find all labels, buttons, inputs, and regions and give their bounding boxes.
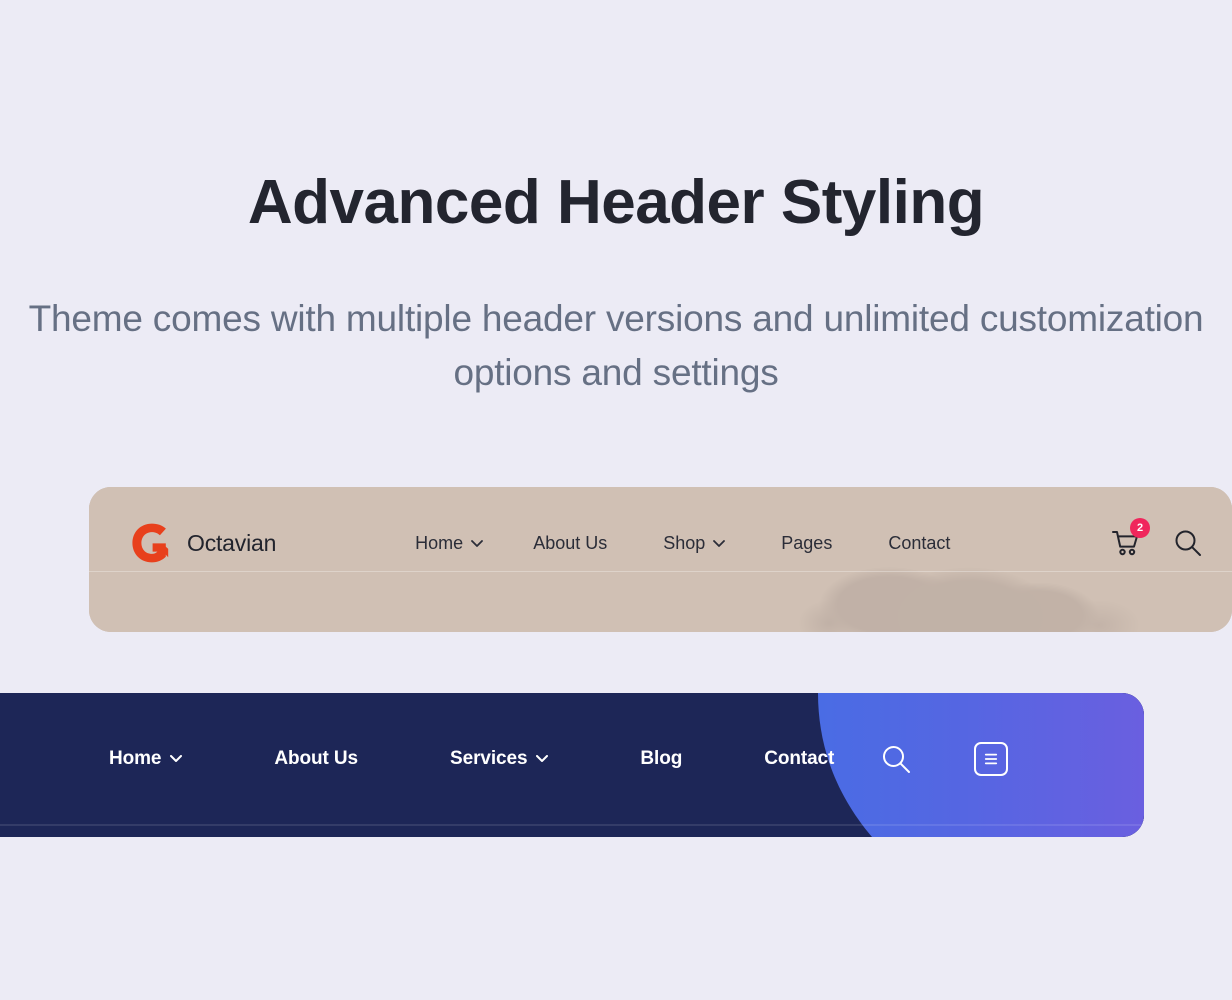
nav-label: Contact: [888, 532, 951, 553]
nav-item-blog[interactable]: Blog: [616, 738, 706, 780]
hamburger-menu-icon: [984, 753, 998, 764]
nav-label: About Us: [274, 747, 359, 769]
nav-item-about-us[interactable]: About Us: [505, 525, 635, 562]
header-light-bar: Octavian Home About Us Shop Pages Contac…: [89, 487, 1232, 599]
page-title: Advanced Header Styling: [247, 168, 985, 237]
nav-label: Home: [415, 532, 464, 553]
nav-item-home[interactable]: Home: [85, 738, 206, 780]
nav-item-services[interactable]: Services: [426, 738, 572, 780]
nav-label: Contact: [764, 747, 835, 769]
nav-item-pages[interactable]: Pages: [753, 525, 860, 562]
brand-logo-group[interactable]: Octavian: [130, 521, 276, 565]
nav-label: Pages: [781, 532, 833, 553]
chevron-down-icon: [713, 539, 726, 547]
nav-label: Blog: [640, 747, 683, 769]
nav-label: Shop: [663, 532, 706, 553]
header-light-actions: 2: [1111, 518, 1203, 558]
hero-section: Advanced Header Styling Theme comes with…: [0, 0, 1232, 401]
header-variant-dark: Home About Us Services Blog Contact: [0, 693, 1144, 837]
dark-header-divider-line: [0, 824, 1144, 826]
search-icon[interactable]: [880, 743, 912, 775]
nav-label: Services: [450, 747, 528, 769]
header-variant-light: Octavian Home About Us Shop Pages Contac…: [89, 487, 1232, 632]
nav-label: About Us: [533, 532, 608, 553]
chevron-down-icon: [471, 539, 484, 547]
header-dark-nav: Home About Us Services Blog Contact: [85, 738, 858, 780]
header-dark-bar: Home About Us Services Blog Contact: [0, 693, 1144, 824]
hamburger-menu-button[interactable]: [974, 741, 1008, 776]
nav-item-contact[interactable]: Contact: [740, 738, 858, 780]
nav-item-shop[interactable]: Shop: [635, 525, 753, 562]
cart-count-badge: 2: [1130, 518, 1150, 538]
search-icon[interactable]: [1173, 528, 1203, 558]
chevron-down-icon: [536, 755, 549, 762]
nav-item-about-us[interactable]: About Us: [250, 738, 382, 780]
cart-button[interactable]: 2: [1111, 518, 1150, 558]
octavian-logo-icon: [132, 523, 169, 563]
nav-label: Home: [109, 747, 162, 769]
header-dark-actions: [880, 693, 1008, 824]
header-light-nav: Home About Us Shop Pages Contact: [393, 525, 978, 562]
page-root: Advanced Header Styling Theme comes with…: [0, 0, 1232, 1000]
chevron-down-icon: [170, 755, 183, 762]
nav-item-home[interactable]: Home: [393, 525, 505, 562]
brand-name: Octavian: [187, 529, 277, 556]
page-subtitle: Theme comes with multiple header version…: [28, 298, 1204, 394]
nav-item-contact[interactable]: Contact: [860, 525, 978, 562]
